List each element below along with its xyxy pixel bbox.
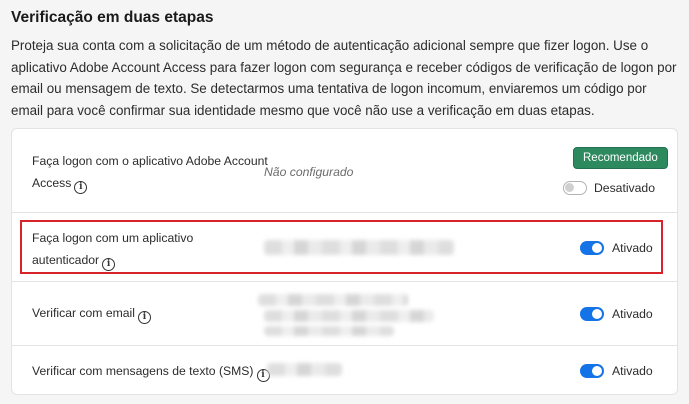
recommended-badge: Recomendado: [573, 147, 668, 169]
method-label-line1: Faça logon com um aplicativo: [32, 231, 194, 245]
toggle-authenticator-app[interactable]: [580, 241, 604, 255]
method-label: Verificar com mensagens de texto (SMS): [32, 364, 254, 378]
method-label-email: Verificar com email i: [32, 302, 151, 324]
method-status-not-configured: Não configurado: [264, 165, 354, 179]
info-icon[interactable]: i: [74, 181, 88, 194]
two-step-methods-card: Faça logon com o aplicativo Adobe Accoun…: [11, 128, 678, 395]
redacted-phone-number: [267, 363, 342, 376]
method-row-adobe-account-access: Faça logon com o aplicativo Adobe Accoun…: [12, 129, 677, 212]
toggle-adobe-account-access[interactable]: [563, 181, 587, 195]
toggle-sms[interactable]: [580, 364, 604, 378]
toggle-label-adobe-account-access: Desativado: [594, 181, 655, 195]
toggle-label-sms: Ativado: [612, 364, 653, 378]
method-row-sms: Verificar com mensagens de texto (SMS) i …: [12, 345, 677, 395]
redacted-email-line2: [264, 310, 434, 322]
method-label-line2: Access: [32, 176, 72, 190]
method-row-email: Verificar com email i Ativado: [12, 281, 677, 345]
method-label-sms: Verificar com mensagens de texto (SMS) i: [32, 360, 270, 382]
section-description: Proteja sua conta com a solicitação de u…: [11, 38, 677, 118]
redacted-email-line3: [264, 326, 394, 336]
method-label-authenticator-app: Faça logon com um aplicativo autenticado…: [32, 227, 193, 271]
toggle-email[interactable]: [580, 307, 604, 321]
info-icon[interactable]: i: [137, 311, 151, 324]
toggle-label-authenticator-app: Ativado: [612, 241, 653, 255]
method-label-line2: autenticador: [32, 253, 100, 267]
method-label: Verificar com email: [32, 306, 135, 320]
method-row-authenticator-app: Faça logon com um aplicativo autenticado…: [12, 212, 677, 281]
redacted-email-line1: [258, 294, 408, 306]
method-label-line1: Faça logon com o aplicativo Adobe Accoun…: [32, 154, 268, 168]
redacted-authenticator-detail: [264, 240, 454, 255]
toggle-label-email: Ativado: [612, 307, 653, 321]
section-title: Verificação em duas etapas: [11, 9, 214, 26]
info-icon[interactable]: i: [102, 258, 116, 271]
method-label-adobe-account-access: Faça logon com o aplicativo Adobe Accoun…: [32, 150, 268, 194]
